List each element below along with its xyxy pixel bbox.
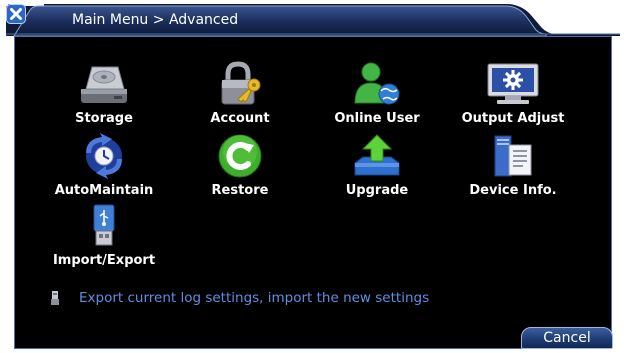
title-bar: Main Menu > Advanced (6, 4, 620, 36)
menu-label-account: Account (210, 111, 270, 126)
restore-icon (218, 134, 262, 178)
usb-small-icon (51, 291, 59, 305)
hint-line: Export current log settings, import the … (49, 289, 609, 307)
menu-item-device-info[interactable]: Device Info. (448, 133, 578, 199)
menu-label-online-user: Online User (334, 111, 420, 126)
menu-label-output-adjust: Output Adjust (461, 111, 565, 126)
advanced-menu-window: Main Menu > Advanced Storage Account Onl… (6, 4, 620, 349)
menu-label-automaintain: AutoMaintain (54, 183, 154, 198)
online-user-icon (354, 62, 400, 105)
menu-item-storage[interactable]: Storage (39, 61, 169, 127)
page-title: Main Menu > Advanced (72, 12, 239, 28)
auto-maintain-icon (86, 133, 122, 179)
monitor-gear-icon (487, 63, 539, 104)
usb-drive-icon (93, 204, 115, 246)
menu-label-device-info: Device Info. (469, 183, 557, 198)
upgrade-icon (354, 134, 400, 176)
cancel-button[interactable]: Cancel (521, 327, 613, 349)
menu-item-account[interactable]: Account (175, 61, 305, 127)
menu-item-automaintain[interactable]: AutoMaintain (39, 133, 169, 199)
close-icon[interactable] (6, 4, 26, 24)
menu-label-storage: Storage (75, 111, 133, 126)
padlock-key-icon (221, 61, 261, 105)
device-info-icon (494, 135, 532, 177)
menu-panel: Storage Account Online User Output Adjus… (14, 36, 613, 349)
hint-text: Export current log settings, import the … (79, 290, 430, 306)
menu-item-restore[interactable]: Restore (175, 133, 305, 199)
menu-label-restore: Restore (211, 183, 269, 198)
menu-label-import-export: Import/Export (52, 253, 156, 268)
menu-label-upgrade: Upgrade (345, 183, 409, 198)
menu-item-import-export[interactable]: Import/Export (39, 203, 169, 269)
menu-item-online-user[interactable]: Online User (312, 61, 442, 127)
menu-item-output-adjust[interactable]: Output Adjust (448, 61, 578, 127)
menu-item-upgrade[interactable]: Upgrade (312, 133, 442, 199)
hard-disk-icon (81, 66, 127, 103)
